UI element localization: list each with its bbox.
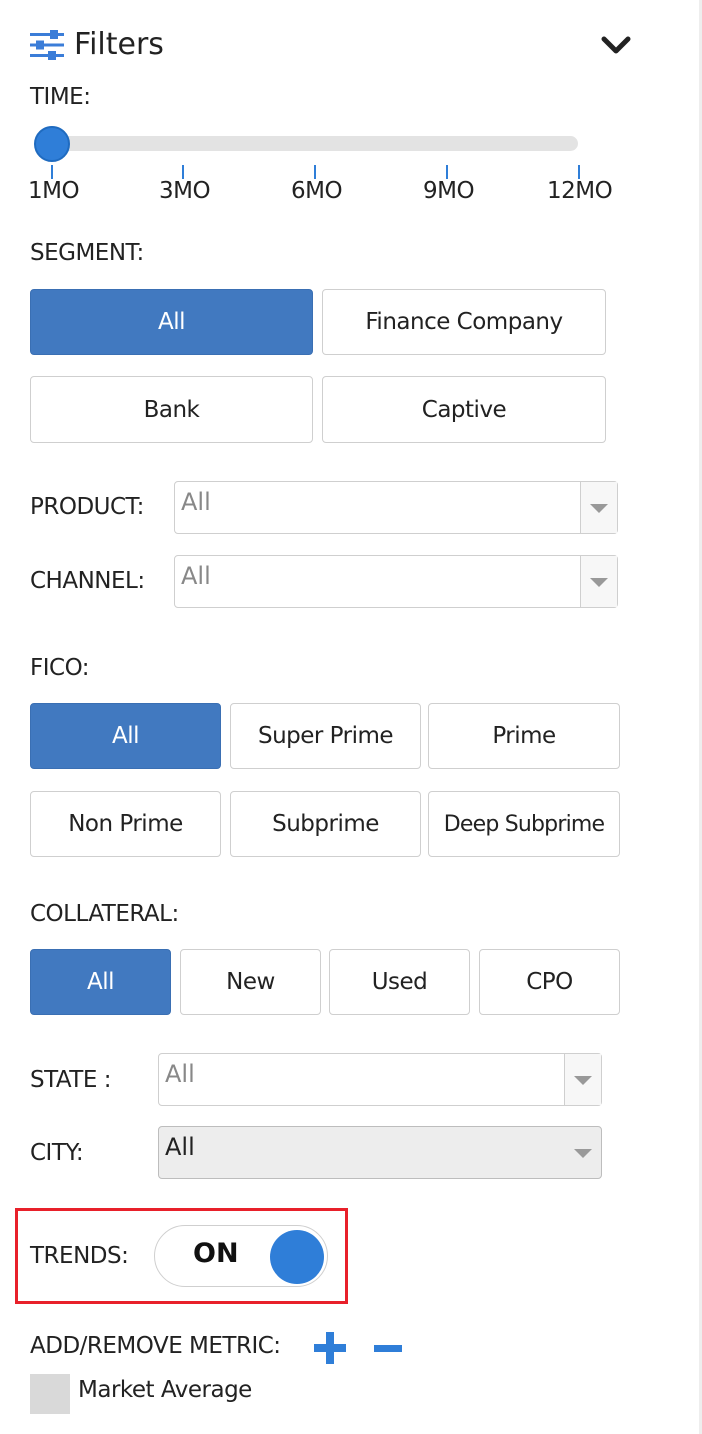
collateral-all-button[interactable]: All xyxy=(30,949,171,1015)
sliders-icon xyxy=(30,30,64,60)
collateral-used-button[interactable]: Used xyxy=(329,949,470,1015)
time-label: TIME: xyxy=(30,84,91,110)
segment-label: SEGMENT: xyxy=(30,240,144,266)
fico-deep-subprime-button[interactable]: Deep Subprime xyxy=(428,791,620,857)
segment-captive-button[interactable]: Captive xyxy=(322,376,606,443)
time-tick-label: 1MO xyxy=(28,178,80,204)
city-label: CITY: xyxy=(30,1140,84,1166)
state-label: STATE : xyxy=(30,1067,111,1093)
trends-label: TRENDS: xyxy=(30,1243,129,1269)
minus-icon[interactable] xyxy=(372,1330,404,1366)
time-tick xyxy=(578,165,580,179)
city-select[interactable]: All xyxy=(158,1126,602,1179)
collateral-label: COLLATERAL: xyxy=(30,901,179,927)
panel-title: Filters xyxy=(74,27,164,62)
fico-label: FICO: xyxy=(30,655,90,681)
state-select[interactable]: All xyxy=(158,1053,602,1106)
time-tick-label: 12MO xyxy=(547,178,613,204)
channel-label: CHANNEL: xyxy=(30,568,145,594)
time-tick-label: 6MO xyxy=(291,178,343,204)
time-tick xyxy=(314,165,316,179)
metric-label: ADD/REMOVE METRIC: xyxy=(30,1333,281,1359)
city-select-value: All xyxy=(165,1133,195,1161)
fico-all-button[interactable]: All xyxy=(30,703,221,769)
product-label: PRODUCT: xyxy=(30,494,144,520)
segment-finance-company-button[interactable]: Finance Company xyxy=(322,289,606,355)
time-tick xyxy=(446,165,448,179)
legend-swatch xyxy=(30,1374,70,1414)
trends-toggle-state: ON xyxy=(193,1238,239,1269)
channel-select-value: All xyxy=(181,562,211,590)
time-tick xyxy=(182,165,184,179)
collateral-cpo-button[interactable]: CPO xyxy=(479,949,620,1015)
caret-down-icon xyxy=(580,482,617,533)
fico-non-prime-button[interactable]: Non Prime xyxy=(30,791,221,857)
plus-icon[interactable] xyxy=(312,1330,348,1366)
segment-bank-button[interactable]: Bank xyxy=(30,376,313,443)
time-tick xyxy=(51,165,53,179)
time-slider-track[interactable] xyxy=(38,136,578,151)
caret-down-icon xyxy=(580,556,617,607)
legend-label: Market Average xyxy=(78,1377,252,1403)
caret-down-icon xyxy=(565,1127,601,1178)
state-select-value: All xyxy=(165,1060,195,1088)
time-tick-label: 3MO xyxy=(159,178,211,204)
fico-prime-button[interactable]: Prime xyxy=(428,703,620,769)
fico-subprime-button[interactable]: Subprime xyxy=(230,791,421,857)
time-tick-label: 9MO xyxy=(423,178,475,204)
product-select-value: All xyxy=(181,488,211,516)
trends-toggle-knob[interactable] xyxy=(270,1230,324,1284)
fico-super-prime-button[interactable]: Super Prime xyxy=(230,703,421,769)
chevron-down-icon[interactable] xyxy=(600,34,632,56)
time-slider-thumb[interactable] xyxy=(34,126,70,162)
collateral-new-button[interactable]: New xyxy=(180,949,321,1015)
channel-select[interactable]: All xyxy=(174,555,618,608)
segment-all-button[interactable]: All xyxy=(30,289,313,355)
product-select[interactable]: All xyxy=(174,481,618,534)
caret-down-icon xyxy=(564,1054,601,1105)
